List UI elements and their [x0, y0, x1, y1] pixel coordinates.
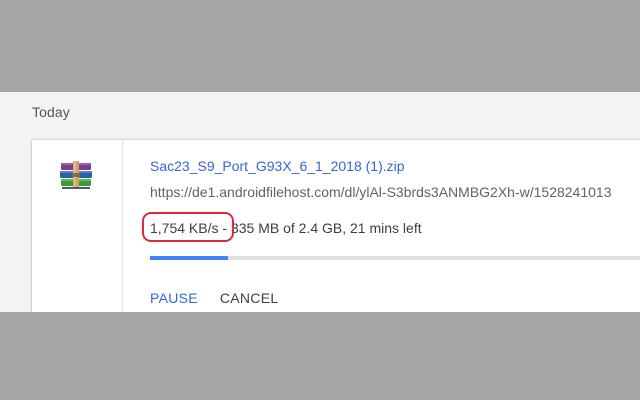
download-details: Sac23_S9_Port_G93X_6_1_2018 (1).zip http… [142, 140, 640, 312]
download-card: Sac23_S9_Port_G93X_6_1_2018 (1).zip http… [32, 140, 640, 312]
file-source-url: https://de1.androidfilehost.com/dl/ylAl-… [150, 184, 612, 200]
speed-highlight-annotation [142, 212, 234, 242]
cancel-button[interactable]: CANCEL [220, 290, 279, 306]
download-actions: PAUSE CANCEL [150, 290, 296, 306]
progress-bar-fill [150, 256, 228, 260]
date-section-heading: Today [32, 104, 70, 120]
file-icon-column [32, 140, 123, 312]
progress-bar [150, 256, 640, 260]
pause-button[interactable]: PAUSE [150, 290, 198, 306]
file-name-link[interactable]: Sac23_S9_Port_G93X_6_1_2018 (1).zip [150, 158, 405, 174]
winrar-archive-icon [60, 161, 92, 189]
downloads-page: Today Sac23_S9_Port_G93X_6_1_2018 (1).zi… [0, 92, 640, 312]
download-progress-text: 335 MB of 2.4 GB, 21 mins left [230, 220, 422, 236]
